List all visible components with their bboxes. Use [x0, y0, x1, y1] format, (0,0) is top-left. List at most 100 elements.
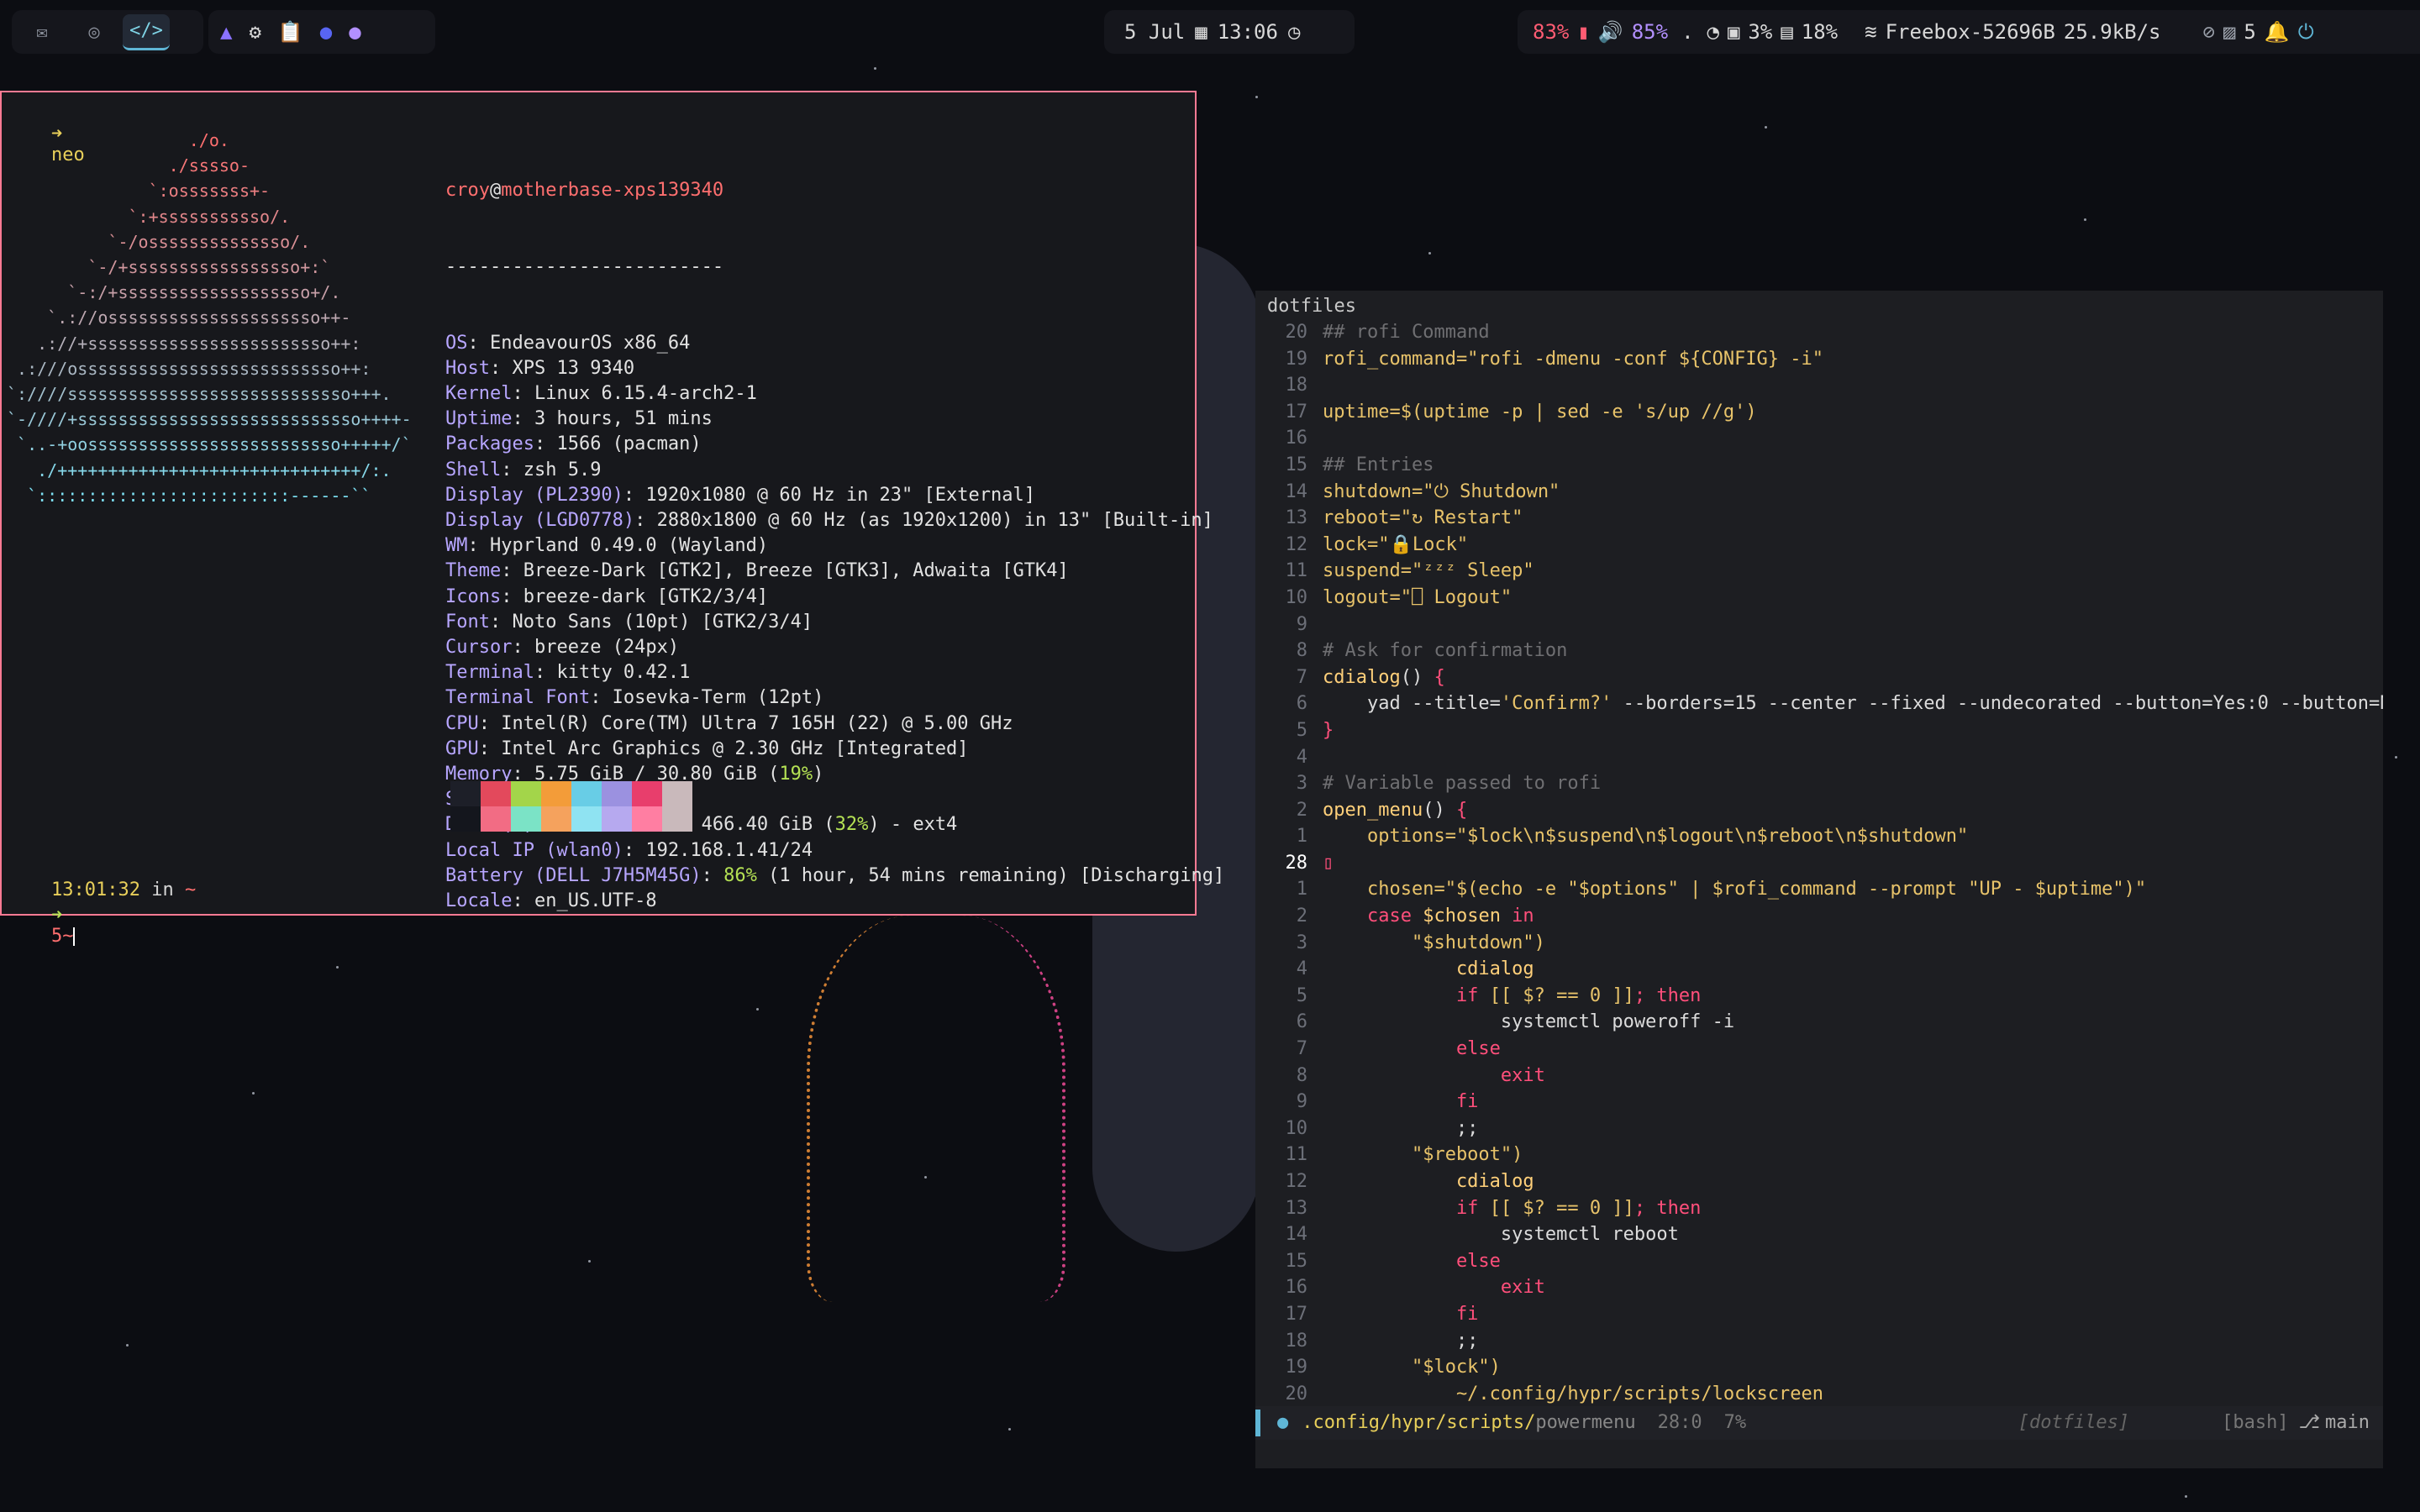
volume-icon[interactable]: 🔊 — [1598, 20, 1623, 44]
chat-icon[interactable]: ✉ — [18, 15, 66, 49]
code-line[interactable]: 12 cdialog — [1255, 1168, 2383, 1195]
power-icon[interactable]: ⏻ — [2298, 20, 2314, 44]
bell-icon[interactable]: 🔔 — [2265, 20, 2290, 44]
code-line[interactable]: 7 cdialog() { — [1255, 664, 2383, 691]
code-line[interactable]: 7 else — [1255, 1036, 2383, 1063]
clipboard-icon[interactable]: 📋 — [278, 20, 303, 44]
code-line[interactable]: 6 systemctl poweroff -i — [1255, 1009, 2383, 1036]
line-number: 14 — [1285, 1224, 1308, 1246]
code-line[interactable]: 15 else — [1255, 1248, 2383, 1275]
code-line[interactable]: 18 ;; — [1255, 1328, 2383, 1355]
image-icon[interactable]: ▨ — [2223, 20, 2235, 44]
code-line[interactable]: 15 ## Entries — [1255, 452, 2383, 479]
editor-window[interactable]: dotfiles 20 ## rofi Command 19 rofi_command… — [1255, 291, 2383, 1468]
line-number: 28 — [1285, 852, 1308, 874]
logo-line: `..-+oosssssssssssssssssssssssso+++++/` — [7, 434, 412, 455]
lsp-icon: ● — [1277, 1412, 1289, 1433]
palette-swatch — [662, 781, 692, 806]
line-number: 8 — [1296, 1064, 1307, 1086]
clock-widget[interactable]: 5 Jul ▦ 13:06 ◷ — [1104, 10, 1355, 54]
line-number: 11 — [1285, 560, 1308, 582]
line-number: 15 — [1285, 454, 1308, 475]
code-line[interactable]: 1 chosen="$(echo -e "$options" | $rofi_c… — [1255, 876, 2383, 903]
palette-swatch — [541, 781, 571, 806]
code-line[interactable]: 4 cdialog — [1255, 956, 2383, 983]
palette-swatch — [662, 806, 692, 832]
info-line: Theme: Breeze-Dark [GTK2], Breeze [GTK3]… — [445, 560, 1069, 582]
palette-swatch — [481, 781, 511, 806]
info-line: Cursor: breeze (24px) — [445, 637, 680, 659]
code-line[interactable]: 5 if [[ $? == 0 ]]; then — [1255, 983, 2383, 1010]
code-line[interactable]: 19 "$lock") — [1255, 1354, 2383, 1381]
code-line[interactable]: 13 reboot="↻ Restart" — [1255, 505, 2383, 532]
globe-icon[interactable]: ◎ — [71, 15, 118, 49]
filetype: [bash] — [2222, 1412, 2289, 1433]
info-line: OS: EndeavourOS x86_64 — [445, 332, 691, 354]
code-line[interactable]: 10 logout="⎕ Logout" — [1255, 585, 2383, 612]
code-line[interactable]: 20 ~/.config/hypr/scripts/lockscreen — [1255, 1381, 2383, 1408]
code-icon[interactable]: </> — [123, 13, 170, 50]
prompt-input[interactable]: ➜ 5~ — [7, 884, 76, 968]
line-number: 2 — [1296, 799, 1307, 821]
line-number: 20 — [1285, 322, 1308, 343]
code-line[interactable]: 11 "$reboot") — [1255, 1142, 2383, 1168]
code-line[interactable]: 20 ## rofi Command — [1255, 319, 2383, 346]
memory-icon: ▤ — [1781, 20, 1793, 44]
mode-indicator — [1255, 1410, 1260, 1436]
code-line[interactable]: 14 shutdown="⏻ Shutdown" — [1255, 479, 2383, 506]
logo-line: `:osssssss+- — [7, 181, 271, 202]
code-line[interactable]: 12 lock="🔒Lock" — [1255, 532, 2383, 559]
logo-line: .:///ossssssssssssssssssssssssso++: — [7, 358, 371, 379]
eye-off-icon[interactable]: ⊘ — [2202, 20, 2214, 44]
code-line[interactable]: 17 uptime=$(uptime -p | sed -e 's/up //g'… — [1255, 399, 2383, 426]
repo-name: [dotfiles] — [2018, 1412, 2130, 1433]
code-line[interactable]: 1 options="$lock\n$suspend\n$logout\n$re… — [1255, 823, 2383, 850]
code-line[interactable]: 14 systemctl reboot — [1255, 1221, 2383, 1248]
code-line[interactable]: 8 # Ask for confirmation — [1255, 638, 2383, 664]
code-line[interactable]: 8 exit — [1255, 1063, 2383, 1089]
line-number: 5 — [1296, 719, 1307, 741]
code-line[interactable]: 13 if [[ $? == 0 ]]; then — [1255, 1195, 2383, 1222]
code-line[interactable]: 9 fi — [1255, 1089, 2383, 1116]
code-line[interactable]: 19 rofi_command="rofi -dmenu -conf ${CONF… — [1255, 346, 2383, 373]
code-view[interactable]: 20 ## rofi Command 19 rofi_command="rofi -d… — [1255, 319, 2384, 1408]
scroll-percent: 7% — [1723, 1412, 1747, 1433]
discord-icon[interactable]: ● — [320, 20, 332, 44]
line-number: 12 — [1285, 1171, 1308, 1192]
volume-label[interactable]: 85% — [1632, 20, 1668, 44]
code-line[interactable]: 3 # Variable passed to rofi — [1255, 770, 2383, 797]
wifi-ssid[interactable]: Freebox-52696B — [1886, 20, 2055, 44]
code-line[interactable]: 16 — [1255, 425, 2383, 452]
wallpaper-jellyfish — [807, 916, 1065, 1302]
code-line[interactable]: 10 ;; — [1255, 1116, 2383, 1142]
palette-swatch — [602, 806, 632, 832]
code-line[interactable]: 5} — [1255, 717, 2383, 744]
code-line[interactable]: 6 yad --title='Confirm?' --borders=15 --… — [1255, 690, 2383, 717]
line-number: 3 — [1296, 773, 1307, 795]
terminal-window[interactable]: ➜ neo ./o. ./sssso- `:osssssss+- `:+ssss… — [0, 91, 1224, 947]
code-line[interactable]: 2 open_menu() { — [1255, 797, 2383, 824]
separator-dot: . — [1681, 20, 1694, 44]
code-line[interactable]: 18 — [1255, 372, 2383, 399]
code-line[interactable]: 2 case $chosen in — [1255, 903, 2383, 930]
status-path: .config/hypr/scripts/ — [1302, 1412, 1536, 1433]
gear-icon[interactable]: ⚙ — [249, 20, 260, 44]
battery-label: 83% — [1533, 20, 1570, 44]
code-line[interactable]: 28 ▯ — [1255, 850, 2383, 877]
palette-swatch — [571, 806, 602, 832]
code-line[interactable]: 4 — [1255, 744, 2383, 771]
code-line[interactable]: 11 suspend="ᶻᶻᶻ Sleep" — [1255, 558, 2383, 585]
code-line[interactable]: 9 — [1255, 612, 2383, 638]
info-rule: ------------------------- — [445, 256, 724, 278]
code-line[interactable]: 16 exit — [1255, 1274, 2383, 1301]
code-line[interactable]: 17 fi — [1255, 1301, 2383, 1328]
emoji-icon[interactable]: ● — [349, 20, 360, 44]
clock-icon: ◷ — [1287, 20, 1301, 44]
info-line: CPU: Intel(R) Core(TM) Ultra 7 165H (22)… — [445, 712, 1013, 734]
code-line[interactable]: 3 "$shutdown") — [1255, 930, 2383, 957]
proton-icon[interactable]: ▲ — [220, 20, 232, 44]
info-line: Host: XPS 13 9340 — [445, 357, 635, 379]
logo-line: `:+sssssssssso/. — [7, 206, 291, 227]
cpu-icon: ▣ — [1727, 20, 1740, 44]
wifi-icon[interactable]: ≋ — [1865, 20, 1876, 44]
